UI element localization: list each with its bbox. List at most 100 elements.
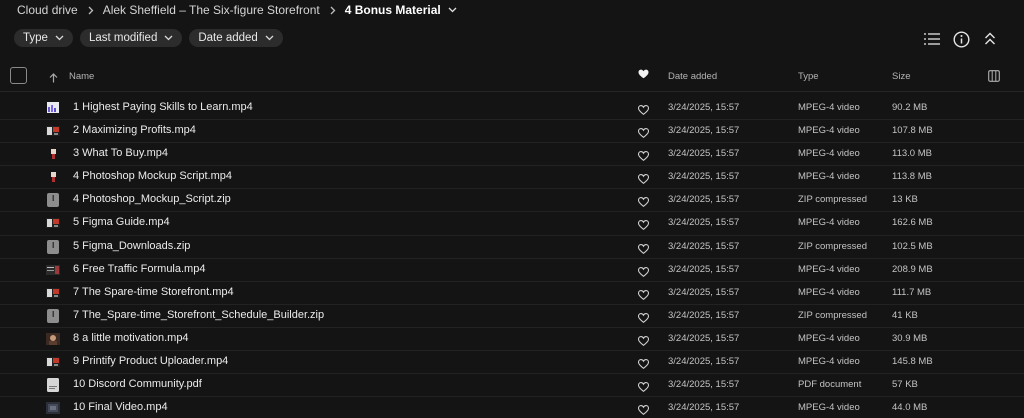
info-icon[interactable] xyxy=(950,28,972,50)
filter-bar: Type Last modified Date added xyxy=(14,29,283,47)
file-name[interactable]: 5 Figma Guide.mp4 xyxy=(73,216,170,228)
column-header-name[interactable]: Name xyxy=(69,71,94,82)
favourite-heart-icon[interactable] xyxy=(637,287,650,305)
file-row[interactable]: 6 Free Traffic Formula.mp4 3/24/2025, 15:… xyxy=(0,259,1024,282)
video-thumbnail-icon xyxy=(45,170,61,184)
file-size: 41 KB xyxy=(892,309,918,321)
file-name[interactable]: 9 Printify Product Uploader.mp4 xyxy=(73,355,228,367)
file-row[interactable]: 8 a little motivation.mp4 3/24/2025, 15:5… xyxy=(0,328,1024,352)
breadcrumb-current-folder[interactable]: 4 Bonus Material xyxy=(345,3,441,17)
file-row[interactable]: 7 The Spare-time Storefront.mp4 3/24/2025… xyxy=(0,282,1024,305)
type-filter-button[interactable]: Type xyxy=(14,29,73,47)
file-row[interactable]: 3 What To Buy.mp4 3/24/2025, 15:57 MPEG-4 … xyxy=(0,143,1024,167)
list-view-icon[interactable] xyxy=(921,28,943,50)
file-list: 1 Highest Paying Skills to Learn.mp4 3/24… xyxy=(0,97,1024,418)
file-name[interactable]: 4 Photoshop Mockup Script.mp4 xyxy=(73,170,232,182)
video-thumbnail-icon xyxy=(45,332,61,346)
file-name[interactable]: 7 The Spare-time Storefront.mp4 xyxy=(73,286,234,298)
column-header-size[interactable]: Size xyxy=(892,71,910,82)
select-all-checkbox[interactable] xyxy=(10,67,27,84)
file-size: 145.8 MB xyxy=(892,356,933,368)
file-list-header: Name Date added Type Size xyxy=(0,61,1024,92)
chevron-down-icon xyxy=(265,35,274,41)
file-row[interactable]: 4 Photoshop Mockup Script.mp4 3/24/2025, … xyxy=(0,166,1024,190)
chevron-down-icon xyxy=(164,35,173,41)
breadcrumb-course-folder[interactable]: Alek Sheffield – The Six-figure Storefro… xyxy=(103,3,320,17)
last-modified-filter-button[interactable]: Last modified xyxy=(79,29,183,47)
column-header-date-added[interactable]: Date added xyxy=(668,71,717,82)
zip-file-icon xyxy=(45,308,61,323)
collapse-icon[interactable] xyxy=(979,28,1001,50)
file-name[interactable]: 5 Figma_Downloads.zip xyxy=(73,240,190,252)
last-modified-filter-label: Last modified xyxy=(88,32,158,44)
chevron-right-icon xyxy=(87,6,94,15)
favourite-heart-icon[interactable] xyxy=(637,333,650,351)
file-date-added: 3/24/2025, 15:57 xyxy=(668,309,740,321)
file-date-added: 3/24/2025, 15:57 xyxy=(668,125,740,137)
file-type: MPEG-4 video xyxy=(798,356,860,368)
pdf-file-icon xyxy=(45,378,61,393)
file-name[interactable]: 7 The_Spare-time_Storefront_Schedule_Bui… xyxy=(73,309,324,321)
favourite-heart-icon[interactable] xyxy=(637,217,650,235)
favourite-heart-icon[interactable] xyxy=(637,356,650,374)
favourite-heart-icon[interactable] xyxy=(637,171,650,189)
breadcrumb: Cloud drive Alek Sheffield – The Six-fig… xyxy=(17,3,457,17)
favourite-heart-icon[interactable] xyxy=(637,379,650,397)
file-size: 57 KB xyxy=(892,379,918,391)
file-row[interactable]: 10 Final Video.mp4 3/24/2025, 15:57 MPEG-4… xyxy=(0,397,1024,418)
file-row[interactable]: 5 Figma_Downloads.zip 3/24/2025, 15:57 ZIP… xyxy=(0,236,1024,259)
column-header-type[interactable]: Type xyxy=(798,71,819,82)
file-size: 111.7 MB xyxy=(892,286,932,298)
file-date-added: 3/24/2025, 15:57 xyxy=(668,286,740,298)
favourite-heart-icon[interactable] xyxy=(637,125,650,143)
file-date-added: 3/24/2025, 15:57 xyxy=(668,402,740,414)
column-settings-icon[interactable] xyxy=(988,69,1000,87)
file-name[interactable]: 8 a little motivation.mp4 xyxy=(73,332,189,344)
file-type: MPEG-4 video xyxy=(798,148,860,160)
favourite-heart-icon[interactable] xyxy=(637,148,650,166)
file-row[interactable]: 9 Printify Product Uploader.mp4 3/24/2025… xyxy=(0,351,1024,375)
favourite-heart-icon[interactable] xyxy=(637,102,650,120)
file-row[interactable]: 4 Photoshop_Mockup_Script.zip 3/24/2025, … xyxy=(0,189,1024,213)
file-size: 208.9 MB xyxy=(892,263,933,275)
favourite-heart-icon[interactable] xyxy=(637,402,650,418)
file-date-added: 3/24/2025, 15:57 xyxy=(668,263,740,275)
file-date-added: 3/24/2025, 15:57 xyxy=(668,356,740,368)
file-name[interactable]: 6 Free Traffic Formula.mp4 xyxy=(73,263,205,275)
file-name[interactable]: 4 Photoshop_Mockup_Script.zip xyxy=(73,193,231,205)
file-type: MPEG-4 video xyxy=(798,402,860,414)
file-row[interactable]: 2 Maximizing Profits.mp4 3/24/2025, 15:57… xyxy=(0,120,1024,144)
file-type: MPEG-4 video xyxy=(798,332,860,344)
file-date-added: 3/24/2025, 15:57 xyxy=(668,102,740,113)
file-type: MPEG-4 video xyxy=(798,125,860,137)
favourite-heart-icon[interactable] xyxy=(637,310,650,328)
file-name[interactable]: 3 What To Buy.mp4 xyxy=(73,147,168,159)
date-added-filter-button[interactable]: Date added xyxy=(189,29,283,47)
file-row[interactable]: 1 Highest Paying Skills to Learn.mp4 3/24… xyxy=(0,97,1024,121)
breadcrumb-cloud-drive[interactable]: Cloud drive xyxy=(17,3,78,17)
file-row[interactable]: 7 The_Spare-time_Storefront_Schedule_Bui… xyxy=(0,305,1024,328)
file-size: 30.9 MB xyxy=(892,332,928,344)
file-date-added: 3/24/2025, 15:57 xyxy=(668,332,740,344)
file-type: ZIP compressed xyxy=(798,240,867,252)
favourite-heart-icon[interactable] xyxy=(637,241,650,259)
chevron-right-icon xyxy=(329,6,336,15)
file-row[interactable]: 10 Discord Community.pdf 3/24/2025, 15:57… xyxy=(0,374,1024,398)
file-date-added: 3/24/2025, 15:57 xyxy=(668,171,740,183)
sort-ascending-icon[interactable] xyxy=(49,70,58,88)
file-name[interactable]: 10 Discord Community.pdf xyxy=(73,378,202,390)
type-filter-label: Type xyxy=(23,32,48,44)
favourite-heart-icon[interactable] xyxy=(637,264,650,282)
favourite-column-heart-icon[interactable] xyxy=(638,69,649,82)
video-thumbnail-icon xyxy=(45,101,61,115)
favourite-heart-icon[interactable] xyxy=(637,194,650,212)
video-thumbnail-icon xyxy=(45,147,61,161)
file-name[interactable]: 10 Final Video.mp4 xyxy=(73,401,168,413)
file-name[interactable]: 1 Highest Paying Skills to Learn.mp4 xyxy=(73,101,253,113)
file-row[interactable]: 5 Figma Guide.mp4 3/24/2025, 15:57 MPEG-4 … xyxy=(0,212,1024,236)
file-name[interactable]: 2 Maximizing Profits.mp4 xyxy=(73,124,196,136)
file-size: 90.2 MB xyxy=(892,102,928,113)
file-type: MPEG-4 video xyxy=(798,171,860,183)
chevron-down-icon[interactable] xyxy=(448,7,457,13)
file-size: 44.0 MB xyxy=(892,402,928,414)
